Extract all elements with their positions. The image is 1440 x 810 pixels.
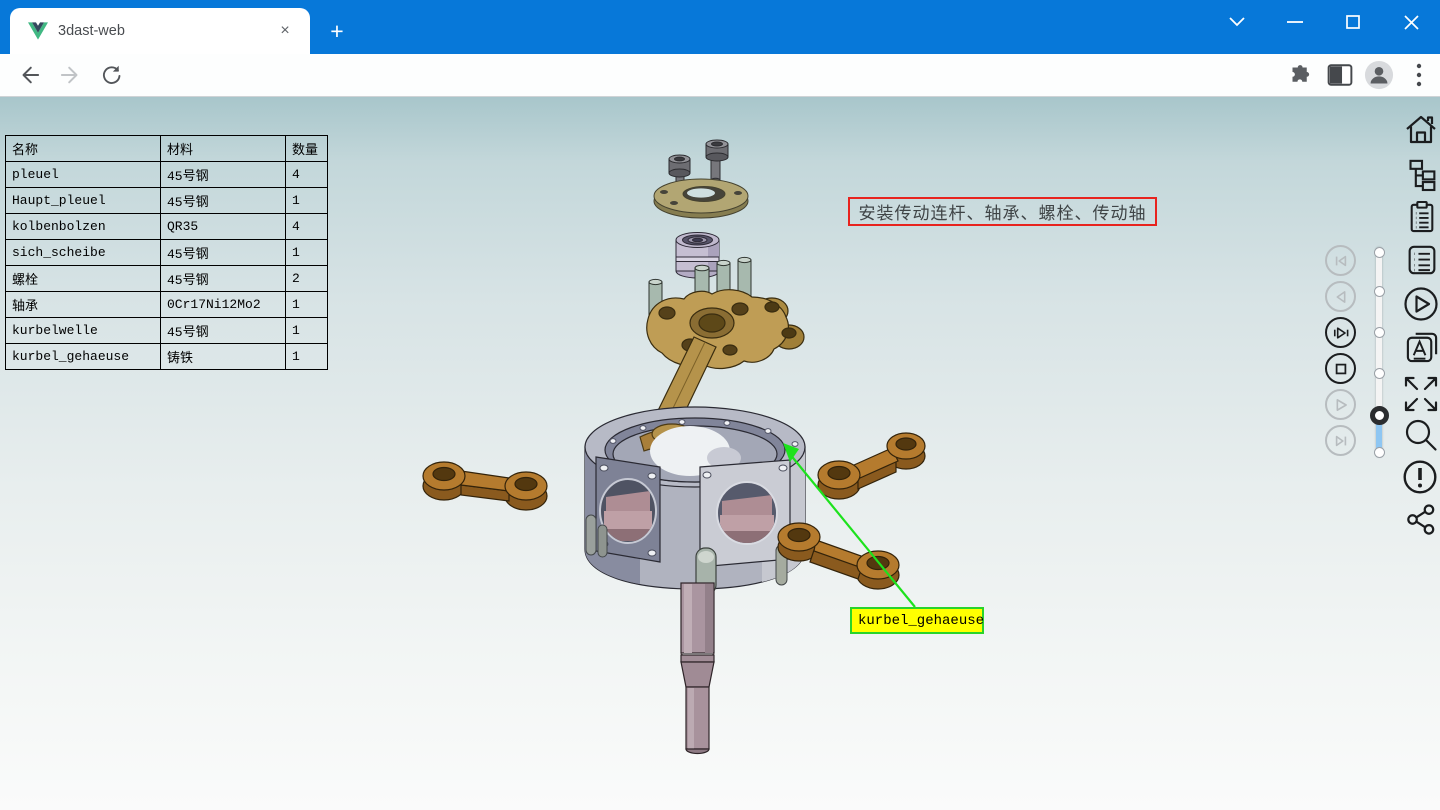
timeline-step-dot[interactable] [1374, 327, 1385, 338]
table-row: Haupt_pleuel45号钢1 [6, 188, 328, 214]
bom-header-name: 名称 [6, 136, 161, 162]
fullscreen-expand-icon[interactable] [1402, 371, 1440, 417]
cell-name: 螺栓 [6, 266, 161, 292]
crankshaft-part[interactable] [681, 583, 714, 754]
cell-material: 45号钢 [161, 162, 286, 188]
table-row: kurbel_gehaeuse铸铁1 [6, 344, 328, 370]
timeline-step-dot[interactable] [1374, 447, 1385, 458]
cell-name: kurbelwelle [6, 318, 161, 344]
reload-button[interactable] [94, 59, 126, 91]
bom-header-material: 材料 [161, 136, 286, 162]
cell-qty: 1 [286, 188, 328, 214]
tab-close-icon[interactable]: × [274, 20, 296, 42]
bom-header-row: 名称 材料 数量 [6, 136, 328, 162]
cell-material: QR35 [161, 214, 286, 240]
tab-title: 3dast-web [58, 23, 274, 39]
viewer-canvas[interactable]: 名称 材料 数量 pleuel45号钢4 Haupt_pleuel45号钢1 k… [0, 97, 1440, 810]
cell-material: 0Cr17Ni12Mo2 [161, 292, 286, 318]
cell-name: sich_scheibe [6, 240, 161, 266]
home-icon[interactable] [1404, 113, 1438, 147]
cell-qty: 1 [286, 318, 328, 344]
window-maximize-icon[interactable] [1324, 0, 1382, 44]
conrod-left[interactable] [423, 462, 547, 510]
cell-material: 45号钢 [161, 188, 286, 214]
skip-to-start-button[interactable] [1325, 245, 1356, 276]
washer-part[interactable] [654, 179, 748, 218]
play-button[interactable] [1325, 389, 1356, 420]
cell-qty: 4 [286, 214, 328, 240]
profile-avatar[interactable] [1363, 59, 1395, 91]
part-name-label: kurbel_gehaeuse [850, 607, 984, 634]
timeline-step-dot[interactable] [1374, 247, 1385, 258]
zoom-search-icon[interactable] [1404, 419, 1438, 452]
cell-name: Haupt_pleuel [6, 188, 161, 214]
vue-favicon-icon [28, 22, 48, 40]
browser-menu-kebab-icon[interactable] [1403, 59, 1435, 91]
cell-material: 45号钢 [161, 266, 286, 292]
bom-table: 名称 材料 数量 pleuel45号钢4 Haupt_pleuel45号钢1 k… [5, 135, 328, 370]
cell-name: pleuel [6, 162, 161, 188]
play-circle-icon[interactable] [1404, 287, 1438, 321]
share-nodes-icon[interactable] [1406, 503, 1436, 536]
stop-button[interactable] [1325, 353, 1356, 384]
cell-material: 45号钢 [161, 240, 286, 266]
table-row: sich_scheibe45号钢1 [6, 240, 328, 266]
table-row: kurbelwelle45号钢1 [6, 318, 328, 344]
cell-name: kurbel_gehaeuse [6, 344, 161, 370]
cell-material: 铸铁 [161, 344, 286, 370]
timeline-step-dot[interactable] [1374, 368, 1385, 379]
table-row: kolbenbolzenQR354 [6, 214, 328, 240]
back-button[interactable] [14, 59, 46, 91]
cell-qty: 1 [286, 292, 328, 318]
cell-qty: 1 [286, 240, 328, 266]
table-row: pleuel45号钢4 [6, 162, 328, 188]
timeline-step-dot[interactable] [1374, 286, 1385, 297]
assembly-step-note: 安装传动连杆、轴承、螺栓、传动轴 [848, 197, 1157, 226]
label-a-icon[interactable] [1404, 329, 1440, 365]
conrod-lower-right[interactable] [778, 523, 899, 589]
window-chevron-icon[interactable] [1208, 0, 1266, 44]
list-icon[interactable] [1407, 243, 1437, 277]
side-panel-icon[interactable] [1324, 59, 1356, 91]
cell-name: 轴承 [6, 292, 161, 318]
crank-housing-part[interactable] [585, 407, 805, 594]
cell-name: kolbenbolzen [6, 214, 161, 240]
timeline-slider-knob[interactable] [1370, 406, 1389, 425]
cell-qty: 1 [286, 344, 328, 370]
bom-header-qty: 数量 [286, 136, 328, 162]
extensions-puzzle-icon[interactable] [1284, 59, 1316, 91]
table-row: 轴承0Cr17Ni12Mo21 [6, 292, 328, 318]
new-tab-button[interactable]: + [322, 16, 352, 46]
forward-button[interactable] [54, 59, 86, 91]
step-back-button[interactable] [1325, 281, 1356, 312]
window-close-icon[interactable] [1382, 0, 1440, 44]
conrod-upper-right[interactable] [818, 433, 925, 499]
clipboard-list-icon[interactable] [1407, 199, 1437, 235]
assembly-tree-icon[interactable] [1407, 157, 1437, 193]
cell-qty: 4 [286, 162, 328, 188]
window-controls [1208, 0, 1440, 44]
browser-toolbar: 不安全 192.168.30.157:11182/index.html?view… [0, 54, 1440, 97]
browser-window: 3dast-web × + [0, 0, 1440, 810]
skip-to-end-button[interactable] [1325, 425, 1356, 456]
step-play-button[interactable] [1325, 317, 1356, 348]
window-minimize-icon[interactable] [1266, 0, 1324, 44]
titlebar: 3dast-web × + [0, 0, 1440, 54]
cell-qty: 2 [286, 266, 328, 292]
exclamation-icon[interactable] [1403, 460, 1437, 494]
table-row: 螺栓45号钢2 [6, 266, 328, 292]
cell-material: 45号钢 [161, 318, 286, 344]
browser-tab[interactable]: 3dast-web × [10, 8, 310, 54]
